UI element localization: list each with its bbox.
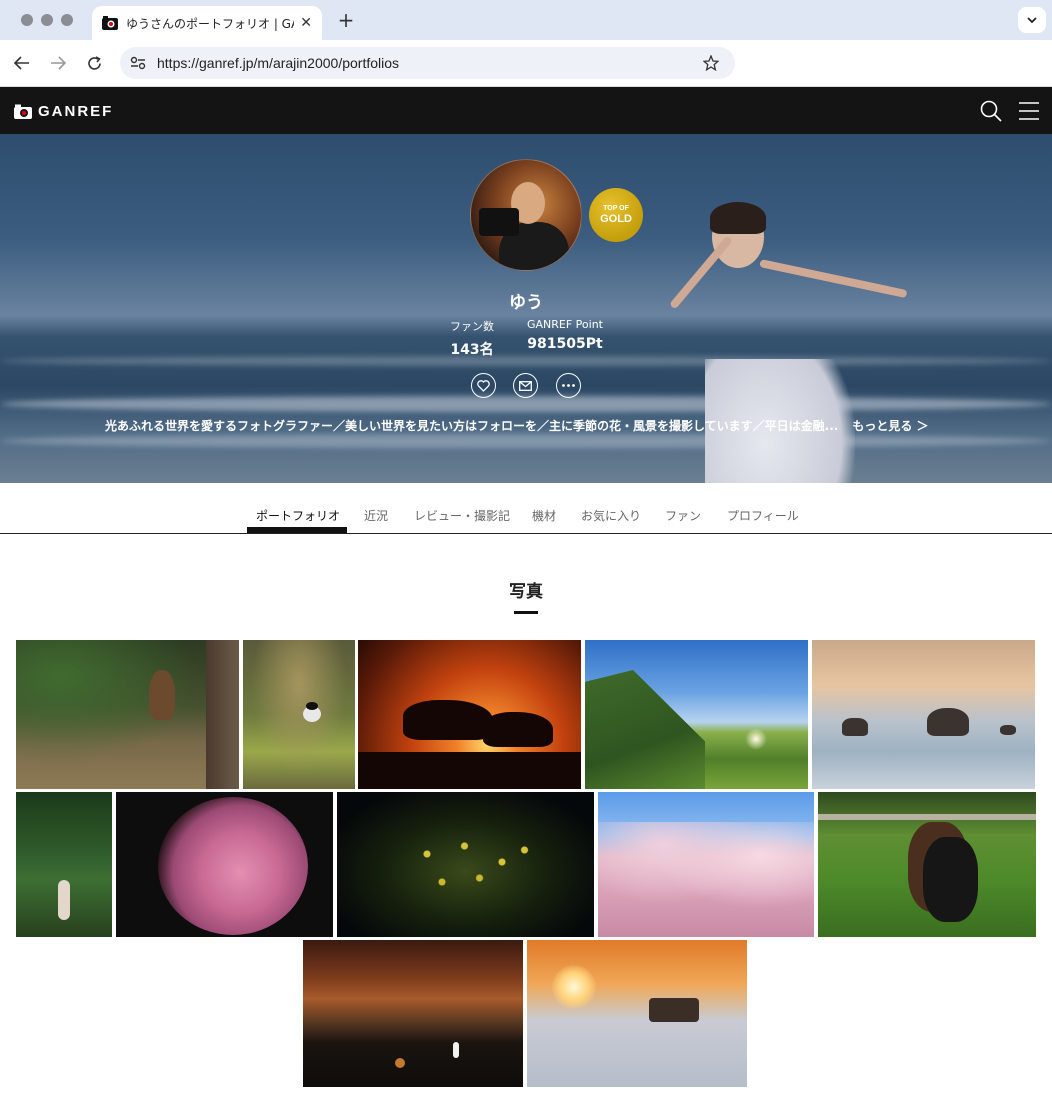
badge-top-text: TOP OF <box>603 205 629 212</box>
arrow-left-icon <box>14 56 29 70</box>
browser-tab-strip: ゆうさんのポートフォリオ | GANREF ✕ + <box>0 0 1052 40</box>
photo-thumbnail-pink-rose[interactable] <box>116 792 333 937</box>
fans-label: ファン数 <box>450 320 494 333</box>
photo-thumbnail-squirrel[interactable] <box>16 640 239 789</box>
blossom-clouds <box>598 822 814 937</box>
profile-name: ゆう <box>509 293 543 313</box>
tab-equipment[interactable]: 機材 <box>532 507 556 524</box>
ground-silhouette <box>358 752 581 789</box>
camera-logo-icon <box>14 104 32 119</box>
tab-search-button[interactable] <box>1018 7 1046 33</box>
horse-silhouette <box>483 712 553 747</box>
site-header: GANREF <box>0 87 1052 134</box>
logo-text: GANREF <box>38 103 114 120</box>
flower-dots <box>397 822 547 902</box>
bird-head <box>306 702 318 710</box>
tab-fans[interactable]: ファン <box>665 507 701 524</box>
tab-close-icon[interactable]: ✕ <box>300 15 312 31</box>
bio-more-link[interactable]: もっと見る ＞ <box>852 419 928 433</box>
reload-button[interactable] <box>83 52 105 74</box>
arrow-right-icon <box>51 56 66 70</box>
more-options-button[interactable] <box>556 373 581 398</box>
cover-wave <box>0 434 1052 448</box>
bio-text: 光あふれる世界を愛するフォトグラファー／美しい世界を見たい方はフォローを／主に季… <box>105 419 839 433</box>
points-label: GANREF Point <box>526 318 603 331</box>
points-stat: GANREF Point 981505Pt <box>520 318 610 352</box>
mountain-shape <box>585 670 705 789</box>
profile-tabs: ポートフォリオ 近況 レビュー・撮影記 機材 お気に入り ファン プロフィール <box>0 483 1052 534</box>
fans-stat[interactable]: ファン数 143名 <box>442 318 502 359</box>
photo-thumbnail-meoto-iwa[interactable] <box>812 640 1035 789</box>
sun-shape <box>745 728 767 750</box>
bookmark-star-icon[interactable] <box>703 55 719 71</box>
ellipsis-icon <box>562 384 575 387</box>
ganref-logo[interactable]: GANREF <box>14 103 113 120</box>
fence <box>818 814 1036 820</box>
profile-bio: 光あふれる世界を愛するフォトグラファー／美しい世界を見たい方はフォローを／主に季… <box>105 417 975 434</box>
cover-wave <box>0 396 1052 412</box>
window-minimize-button[interactable] <box>41 14 53 26</box>
buoy-shape <box>395 1058 405 1068</box>
sun-shape <box>552 965 596 1009</box>
active-tab-indicator <box>247 527 347 533</box>
site-settings-icon[interactable] <box>130 56 146 70</box>
squirrel-shape <box>149 670 175 720</box>
egret-shape <box>453 1042 459 1058</box>
photo-thumbnail-horses-pasture[interactable] <box>818 792 1036 937</box>
browser-tab[interactable]: ゆうさんのポートフォリオ | GANREF ✕ <box>92 6 322 40</box>
tab-portfolio[interactable]: ポートフォリオ <box>256 507 340 524</box>
photo-thumbnail-forest-portrait[interactable] <box>16 792 112 937</box>
horse-shape <box>923 837 978 922</box>
section-title: 写真 <box>509 582 543 602</box>
forward-button[interactable] <box>47 52 69 74</box>
points-value: 981505Pt <box>527 336 603 352</box>
url-text: https://ganref.jp/m/arajin2000/portfolio… <box>157 55 400 71</box>
heart-icon <box>477 379 490 392</box>
rock-shape <box>927 708 969 736</box>
avatar[interactable] <box>470 159 582 271</box>
tab-profile[interactable]: プロフィール <box>727 507 799 524</box>
tab-favorites[interactable]: お気に入り <box>581 507 641 524</box>
tab-reviews[interactable]: レビュー・撮影記 <box>414 507 510 524</box>
rock-shape <box>1000 725 1016 735</box>
rock-shape <box>842 718 868 736</box>
reload-icon <box>87 55 101 70</box>
mail-icon <box>519 380 532 391</box>
chevron-down-icon <box>1027 16 1037 23</box>
badge-bottom-text: GOLD <box>600 213 632 225</box>
tab-updates[interactable]: 近況 <box>364 507 388 524</box>
photo-thumbnail-wagtail[interactable] <box>243 640 355 789</box>
avatar-camera <box>479 208 519 236</box>
car-shape <box>649 998 699 1022</box>
rose-shape <box>158 797 308 935</box>
follow-button[interactable] <box>471 373 496 398</box>
browser-toolbar: https://ganref.jp/m/arajin2000/portfolio… <box>0 40 1052 87</box>
message-button[interactable] <box>513 373 538 398</box>
photo-thumbnail-autumn-pond[interactable] <box>303 940 523 1087</box>
horse-silhouette <box>403 700 493 740</box>
back-button[interactable] <box>11 52 33 74</box>
window-close-button[interactable] <box>21 14 33 26</box>
photo-thumbnail-cherry-blossoms[interactable] <box>598 792 814 937</box>
fans-value: 143名 <box>450 342 494 358</box>
tree-trunk <box>206 640 239 789</box>
tab-title: ゆうさんのポートフォリオ | GANREF <box>126 16 294 31</box>
photo-thumbnail-mountain-sunrise[interactable] <box>585 640 808 789</box>
hamburger-menu-icon[interactable] <box>1019 102 1039 120</box>
window-zoom-button[interactable] <box>61 14 73 26</box>
cover-wave <box>0 356 1052 366</box>
person-shape <box>58 880 70 920</box>
photo-thumbnail-rapeseed-night[interactable] <box>337 792 594 937</box>
section-title-rule <box>514 611 538 614</box>
new-tab-button[interactable]: + <box>334 8 358 32</box>
photo-thumbnail-horses-sunset[interactable] <box>358 640 581 789</box>
cover-dancer-hair <box>710 202 766 234</box>
top-of-gold-badge: TOP OF GOLD <box>589 188 643 242</box>
ganref-favicon-icon <box>102 16 118 30</box>
photo-thumbnail-frost-car-sunrise[interactable] <box>527 940 747 1087</box>
search-icon[interactable] <box>980 100 1002 122</box>
address-bar[interactable]: https://ganref.jp/m/arajin2000/portfolio… <box>120 47 735 79</box>
